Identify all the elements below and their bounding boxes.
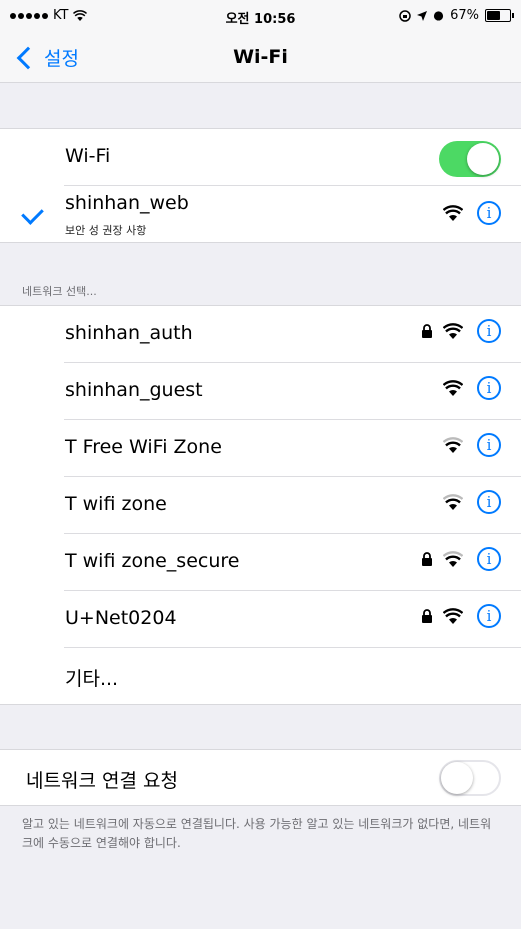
ask-to-join-row: 네트워크 연결 요청 bbox=[0, 750, 521, 805]
alarm-icon bbox=[434, 11, 444, 21]
ask-to-join-group: 네트워크 연결 요청 bbox=[0, 749, 521, 806]
network-ssid: shinhan_auth bbox=[65, 322, 193, 344]
network-ssid: T wifi zone bbox=[65, 493, 167, 515]
location-icon bbox=[417, 10, 428, 21]
info-icon[interactable]: i bbox=[477, 201, 501, 225]
network-row[interactable]: T Free WiFi Zone i bbox=[0, 420, 521, 477]
network-list: shinhan_auth i shinhan_guest i T Free Wi… bbox=[0, 305, 521, 705]
wifi-group: Wi-Fi shinhan_web 보안 성 권장 사항 i bbox=[0, 128, 521, 243]
info-icon[interactable]: i bbox=[477, 376, 501, 400]
battery-percent: 67% bbox=[450, 8, 479, 23]
wifi-signal-icon bbox=[443, 494, 463, 510]
page-title: Wi-Fi bbox=[233, 46, 288, 68]
lock-icon bbox=[422, 552, 432, 566]
other-network-row[interactable]: 기타... bbox=[0, 648, 521, 704]
navigation-bar: 설정 Wi-Fi bbox=[0, 34, 521, 83]
info-icon[interactable]: i bbox=[477, 433, 501, 457]
wifi-toggle-label: Wi-Fi bbox=[65, 145, 111, 167]
network-ssid: shinhan_guest bbox=[65, 379, 203, 401]
info-icon[interactable]: i bbox=[477, 604, 501, 628]
checkmark-icon bbox=[21, 202, 44, 225]
other-network-label: 기타... bbox=[65, 668, 119, 690]
network-row[interactable]: T wifi zone i bbox=[0, 477, 521, 534]
wifi-toggle-row: Wi-Fi bbox=[0, 129, 521, 186]
network-ssid: T Free WiFi Zone bbox=[65, 436, 222, 458]
connected-network-ssid: shinhan_web bbox=[65, 192, 189, 214]
wifi-signal-icon bbox=[443, 323, 463, 339]
network-row[interactable]: shinhan_guest i bbox=[0, 363, 521, 420]
network-row[interactable]: shinhan_auth i bbox=[0, 306, 521, 363]
network-ssid: U+Net0204 bbox=[65, 607, 177, 629]
lock-icon bbox=[422, 324, 432, 338]
status-bar: KT 오전 10:56 67% bbox=[0, 0, 521, 34]
lock-icon bbox=[422, 609, 432, 623]
wifi-signal-icon bbox=[443, 551, 463, 567]
wifi-toggle-switch[interactable] bbox=[439, 141, 501, 177]
status-right-group: 67% bbox=[399, 8, 514, 23]
wifi-signal-icon bbox=[443, 380, 463, 396]
wifi-signal-icon bbox=[443, 437, 463, 453]
battery-icon bbox=[485, 9, 514, 22]
network-row[interactable]: U+Net0204 i bbox=[0, 591, 521, 648]
section-header-choose-network: 네트워크 선택... bbox=[22, 285, 97, 298]
info-icon[interactable]: i bbox=[477, 319, 501, 343]
wifi-signal-icon bbox=[443, 205, 463, 221]
orientation-lock-icon bbox=[399, 9, 411, 22]
ask-to-join-toggle[interactable] bbox=[439, 760, 501, 796]
ask-to-join-label: 네트워크 연결 요청 bbox=[26, 770, 178, 792]
connected-network-row[interactable]: shinhan_web 보안 성 권장 사항 i bbox=[0, 186, 521, 242]
network-row[interactable]: T wifi zone_secure i bbox=[0, 534, 521, 591]
info-icon[interactable]: i bbox=[477, 490, 501, 514]
footer-description: 알고 있는 네트워크에 자동으로 연결됩니다. 사용 가능한 알고 있는 네트워… bbox=[22, 817, 492, 850]
info-icon[interactable]: i bbox=[477, 547, 501, 571]
network-ssid: T wifi zone_secure bbox=[65, 550, 240, 572]
wifi-signal-icon bbox=[443, 608, 463, 624]
connected-network-subtitle: 보안 성 권장 사항 bbox=[65, 224, 147, 237]
